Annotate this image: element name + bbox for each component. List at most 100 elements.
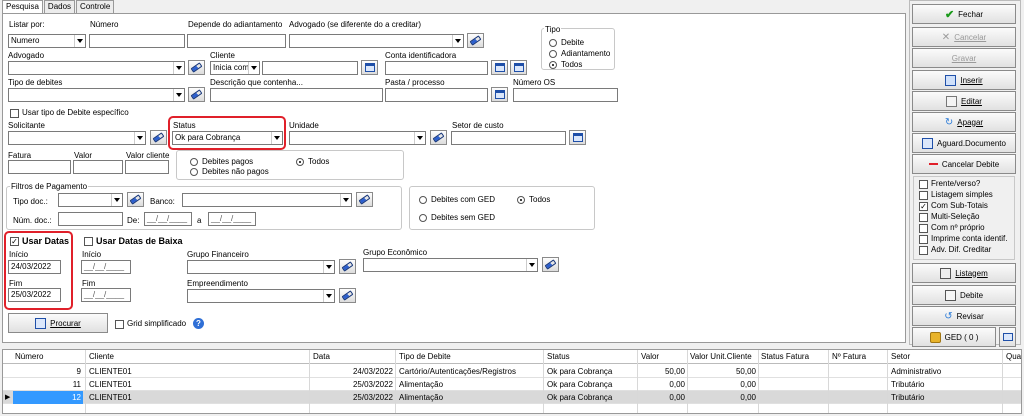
unidade-select[interactable] [289, 131, 426, 145]
conta-lookup-button[interactable] [491, 60, 508, 75]
clear-advogado-button[interactable] [188, 60, 205, 75]
usar-tipo-checkbox[interactable] [10, 109, 19, 118]
ged-com-radio[interactable] [419, 196, 427, 204]
grupo-financeiro-select[interactable] [187, 260, 335, 274]
grid-simplificado-checkbox[interactable] [115, 320, 124, 329]
col-valor[interactable]: Valor [639, 350, 661, 363]
col-data[interactable]: Data [311, 350, 332, 363]
cliente-input[interactable] [262, 61, 358, 75]
clear-advogado-creditar-button[interactable] [467, 33, 484, 48]
col-tipo-debite[interactable]: Tipo de Debite [397, 350, 453, 363]
col-valor-unit[interactable]: Valor Unit.Cliente [688, 350, 754, 363]
multi-selecao-checkbox[interactable] [919, 213, 928, 222]
imprime-conta-checkbox[interactable] [919, 235, 928, 244]
status-select[interactable]: Ok para Cobrança [172, 131, 283, 145]
col-num-fatura[interactable]: Nº Fatura [830, 350, 868, 363]
table-row[interactable]: 11 CLIENTE01 25/03/2022 Alimentação Ok p… [3, 378, 1021, 391]
pasta-input[interactable] [385, 88, 488, 102]
fim-date[interactable]: 25/03/2022 [8, 288, 61, 302]
pasta-lookup-button[interactable] [491, 87, 508, 102]
pagos-todos-radio[interactable] [296, 158, 304, 166]
ged-todos-radio[interactable] [517, 196, 525, 204]
numero-os-input[interactable] [513, 88, 618, 102]
help-icon[interactable]: ? [193, 318, 204, 329]
inicio-baixa-date[interactable]: __/__/____ [81, 260, 131, 274]
editar-button[interactable]: Editar [912, 91, 1016, 111]
listagem-simples-checkbox[interactable] [919, 191, 928, 200]
clear-tipo-doc-button[interactable] [127, 192, 144, 207]
valor-input[interactable] [73, 160, 123, 174]
solicitante-select[interactable] [8, 131, 146, 145]
tipo-adiantamento-radio[interactable] [549, 50, 557, 58]
grupo-economico-select[interactable] [363, 258, 538, 272]
clear-grupo-financeiro-button[interactable] [339, 259, 356, 274]
tipo-todos-radio[interactable] [549, 61, 557, 69]
table-row-selected[interactable]: ▶ 12 CLIENTE01 25/03/2022 Alimentação Ok… [3, 391, 1021, 404]
banco-select[interactable] [182, 193, 352, 207]
ged-scan-button[interactable] [999, 327, 1016, 347]
results-grid[interactable]: Número Cliente Data Tipo de Debite Statu… [2, 349, 1022, 414]
fim-baixa-date[interactable]: __/__/____ [81, 288, 131, 302]
depende-input[interactable] [187, 34, 286, 48]
clear-solicitante-button[interactable] [150, 130, 167, 145]
advogado-select[interactable] [8, 61, 185, 75]
usar-datas-baixa-checkbox[interactable] [84, 237, 93, 246]
setor-input[interactable] [451, 131, 566, 145]
inserir-button[interactable]: Inserir [912, 70, 1016, 90]
tipo-debite-radio[interactable] [549, 39, 557, 47]
debites-pagos-radio[interactable] [190, 158, 198, 166]
col-status[interactable]: Status [545, 350, 572, 363]
com-sub-totais-checkbox[interactable]: ✓ [919, 202, 928, 211]
cliente-mode-select[interactable]: Inicia com [210, 61, 260, 75]
valor-cliente-input[interactable] [125, 160, 169, 174]
aguard-documento-button[interactable]: Aguard.Documento [912, 133, 1016, 153]
apagar-button[interactable]: ↻ Apagar [912, 112, 1016, 132]
tab-pesquisa[interactable]: Pesquisa [2, 0, 43, 14]
col-numero[interactable]: Número [13, 350, 45, 363]
conta-lookup2-button[interactable] [510, 60, 527, 75]
clear-empreendimento-button[interactable] [339, 288, 356, 303]
cancelar-debite-button[interactable]: Cancelar Debite [912, 154, 1016, 174]
chevron-down-icon [526, 259, 537, 271]
fechar-button[interactable]: ✔ Fechar [912, 4, 1016, 24]
usar-datas-checkbox[interactable]: ✓ [10, 237, 19, 246]
debites-nao-pagos-radio[interactable] [190, 168, 198, 176]
numero-input[interactable] [89, 34, 185, 48]
clear-tipo-debites-button[interactable] [188, 87, 205, 102]
ged-sem-radio[interactable] [419, 214, 427, 222]
cliente-lookup-button[interactable] [361, 60, 378, 75]
empreendimento-select[interactable] [187, 289, 335, 303]
ged-button[interactable]: GED ( 0 ) [912, 327, 996, 347]
clear-unidade-button[interactable] [430, 130, 447, 145]
frente-verso-checkbox[interactable] [919, 180, 928, 189]
advogado-creditar-select[interactable] [289, 34, 464, 48]
col-quantidade[interactable]: Quan [1004, 350, 1021, 363]
tipo-doc-select[interactable] [58, 193, 123, 207]
setor-lookup-button[interactable] [569, 130, 586, 145]
cancelar-button[interactable]: ✕ Cancelar [912, 27, 1016, 47]
pagamento-de-date[interactable]: __/__/____ [144, 212, 192, 226]
num-doc-input[interactable] [58, 212, 123, 226]
table-row[interactable]: 9 CLIENTE01 24/03/2022 Cartório/Autentic… [3, 365, 1021, 378]
fatura-input[interactable] [8, 160, 71, 174]
descricao-input[interactable] [210, 88, 383, 102]
tipo-debites-select[interactable] [8, 88, 185, 102]
col-status-fatura[interactable]: Status Fatura [759, 350, 811, 363]
tab-controle[interactable]: Controle [76, 0, 115, 13]
procurar-button[interactable]: Procurar [8, 313, 108, 333]
pagamento-ate-date[interactable]: __/__/____ [208, 212, 256, 226]
debite-button[interactable]: Debite [912, 285, 1016, 305]
inicio-date[interactable]: 24/03/2022 [8, 260, 61, 274]
col-cliente[interactable]: Cliente [87, 350, 116, 363]
adv-dif-creditar-checkbox[interactable] [919, 246, 928, 255]
col-setor[interactable]: Setor [889, 350, 912, 363]
clear-banco-button[interactable] [356, 192, 373, 207]
listar-por-select[interactable]: Numero [8, 34, 86, 48]
tab-dados[interactable]: Dados [43, 0, 76, 13]
clear-grupo-economico-button[interactable] [542, 257, 559, 272]
revisar-button[interactable]: ↺ Revisar [912, 306, 1016, 326]
conta-input[interactable] [385, 61, 488, 75]
gravar-button[interactable]: Gravar [912, 48, 1016, 68]
listagem-button[interactable]: Listagem [912, 263, 1016, 283]
com-numero-proprio-checkbox[interactable] [919, 224, 928, 233]
